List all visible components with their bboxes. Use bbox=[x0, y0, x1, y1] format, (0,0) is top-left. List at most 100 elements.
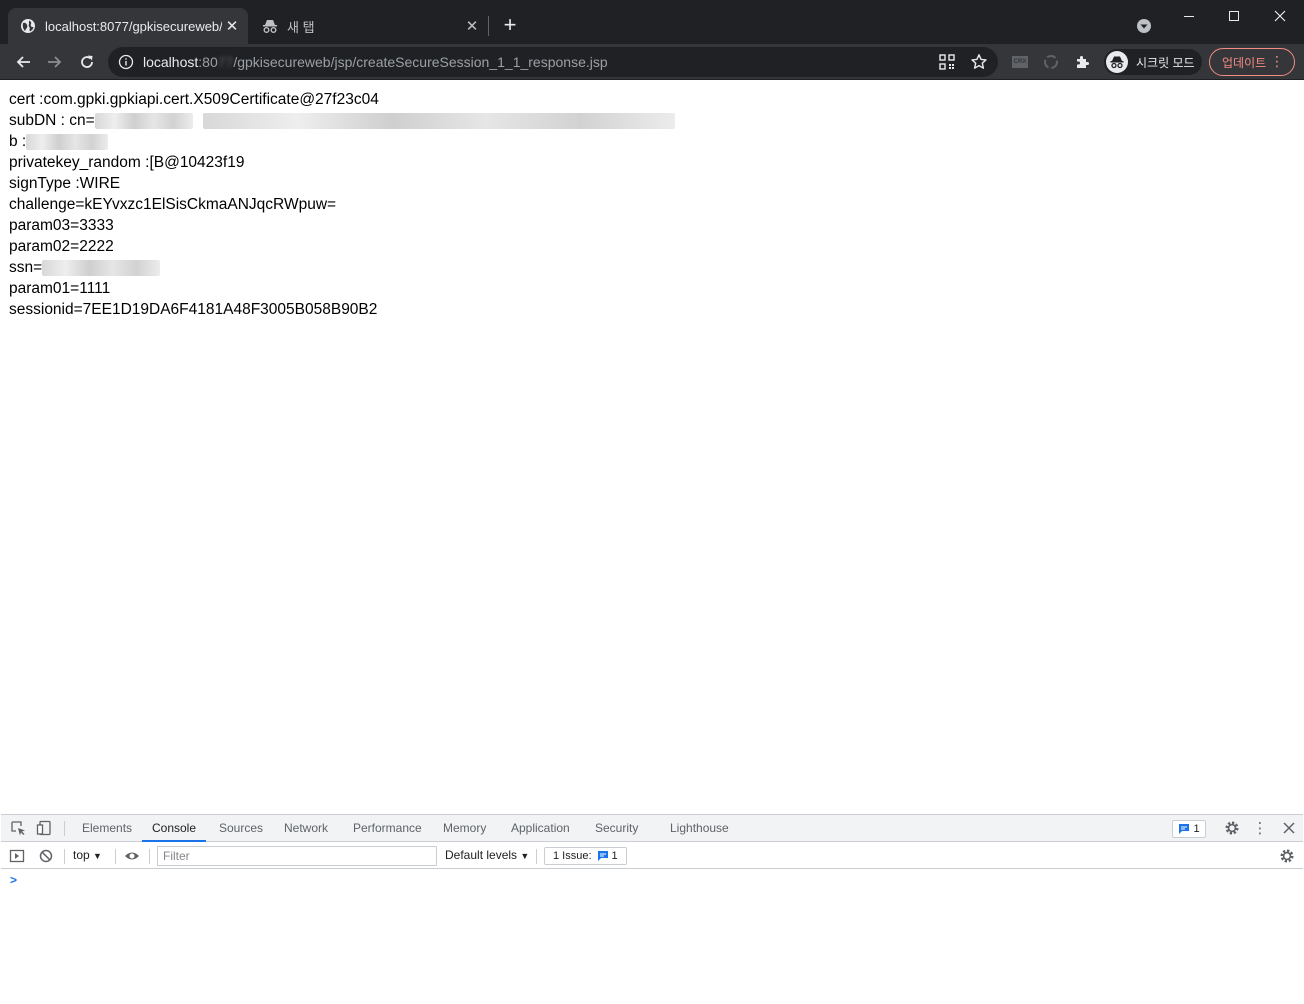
line-value: com.gpki.gpkiapi.cert.X509Certificate@27… bbox=[43, 91, 379, 108]
inspect-element-icon[interactable] bbox=[10, 820, 26, 836]
line-key: sessionid= bbox=[9, 301, 83, 318]
address-bar[interactable]: localhost:8077/gpkisecureweb/jsp/createS… bbox=[108, 47, 998, 77]
tab-inactive[interactable]: 새 탭 ✕ bbox=[252, 8, 488, 44]
line-key: param03= bbox=[9, 217, 80, 234]
more-vert-icon[interactable]: ⋮ bbox=[1270, 54, 1284, 68]
incognito-avatar-icon bbox=[1106, 51, 1128, 73]
line-key: b : bbox=[9, 133, 27, 150]
line-key: param02= bbox=[9, 238, 80, 255]
console-settings-gear-icon[interactable] bbox=[1279, 848, 1295, 864]
tab-divider bbox=[488, 16, 489, 36]
console-filter-input[interactable] bbox=[157, 846, 437, 866]
dropdown-arrow-icon: ▼ bbox=[520, 851, 530, 861]
url-path: /gpkisecureweb/jsp/createSecureSession_1… bbox=[233, 54, 608, 70]
bookmark-star-icon[interactable] bbox=[970, 53, 988, 71]
url-text[interactable]: localhost:8077/gpkisecureweb/jsp/createS… bbox=[143, 54, 608, 70]
toolbar-divider bbox=[64, 821, 65, 836]
line-privatekey-random: privatekey_random : [B@10423f19 bbox=[9, 152, 1295, 173]
response-output: cert : com.gpki.gpkiapi.cert.X509Certifi… bbox=[1, 81, 1303, 328]
devtools-tab-lighthouse[interactable]: Lighthouse bbox=[670, 815, 729, 842]
device-toolbar-icon[interactable] bbox=[36, 820, 52, 836]
redacted-value bbox=[42, 259, 161, 276]
log-levels-dropdown[interactable]: Default levels ▼ bbox=[445, 848, 529, 862]
context-selector[interactable]: top ▼ bbox=[73, 848, 102, 862]
crx-extension-icon[interactable]: CRX bbox=[1012, 56, 1028, 68]
line-param01: param01= 1111 bbox=[9, 278, 1295, 299]
url-port-redacted: 77 bbox=[217, 54, 234, 70]
line-value: 3333 bbox=[79, 217, 114, 234]
console-prompt[interactable]: > bbox=[10, 873, 17, 887]
line-sessionid: sessionid= 7EE1D19DA6F4181A48F3005B058B90… bbox=[9, 299, 1295, 320]
issues-badge-count: 1 bbox=[1193, 823, 1200, 835]
clear-console-icon[interactable] bbox=[38, 848, 54, 864]
redacted-value bbox=[94, 112, 193, 129]
incognito-label: 시크릿 모드 bbox=[1136, 55, 1195, 70]
line-signtype: signType : WIRE bbox=[9, 173, 1295, 194]
line-param03: param03= 3333 bbox=[9, 215, 1295, 236]
line-ssn: ssn= bbox=[9, 257, 1295, 278]
devtools-tab-security[interactable]: Security bbox=[595, 815, 638, 842]
tab-active[interactable]: localhost:8077/gpkisecureweb/jsp/createS… bbox=[8, 8, 248, 44]
line-subdn: subDN : cn= bbox=[9, 110, 1295, 131]
back-icon[interactable] bbox=[11, 50, 35, 74]
console-toolbar: top ▼ Default levels ▼ 1 Issue: 1 bbox=[1, 843, 1303, 869]
issues-badge[interactable]: 1 bbox=[1172, 820, 1206, 838]
toolbar-divider bbox=[149, 849, 150, 864]
line-value: kEYvxzc1ElSisCkmaANJqcRWpuw= bbox=[84, 196, 337, 213]
devtools-tab-performance[interactable]: Performance bbox=[353, 815, 422, 842]
qr-code-icon[interactable] bbox=[938, 53, 956, 71]
issues-label: 1 Issue: bbox=[553, 850, 592, 862]
incognito-icon bbox=[263, 20, 277, 33]
line-key: param01= bbox=[9, 280, 80, 297]
toolbar-divider bbox=[536, 849, 537, 864]
incognito-profile-button[interactable]: 시크릿 모드 bbox=[1104, 49, 1202, 75]
update-button[interactable]: 업데이트 ⋮ bbox=[1209, 48, 1295, 76]
tab-close-icon[interactable]: ✕ bbox=[222, 16, 242, 36]
devtools-tab-console[interactable]: Console bbox=[142, 815, 206, 842]
new-tab-icon[interactable]: + bbox=[498, 14, 522, 38]
line-key: challenge= bbox=[9, 196, 85, 213]
devtools-tab-network[interactable]: Network bbox=[284, 815, 328, 842]
site-info-icon[interactable] bbox=[118, 54, 134, 70]
tab-close-icon[interactable]: ✕ bbox=[462, 16, 482, 36]
settings-gear-icon[interactable] bbox=[1224, 820, 1240, 836]
line-param02: param02= 2222 bbox=[9, 236, 1295, 257]
line-cert: cert : com.gpki.gpkiapi.cert.X509Certifi… bbox=[9, 89, 1295, 110]
line-key: signType : bbox=[9, 175, 80, 192]
devtools-tab-memory[interactable]: Memory bbox=[443, 815, 486, 842]
forward-icon[interactable] bbox=[43, 50, 67, 74]
devtools-menu-icon[interactable]: ⋮ bbox=[1252, 820, 1268, 837]
devtools-close-icon[interactable] bbox=[1281, 820, 1297, 836]
tab-search-icon[interactable] bbox=[1136, 18, 1152, 34]
maximize-icon[interactable] bbox=[1219, 6, 1249, 26]
line-challenge: challenge= kEYvxzc1ElSisCkmaANJqcRWpuw= bbox=[9, 194, 1295, 215]
extension-circle-icon[interactable] bbox=[1041, 52, 1061, 72]
minimize-icon[interactable] bbox=[1174, 6, 1204, 26]
context-label: top bbox=[73, 848, 90, 862]
tab-strip: localhost:8077/gpkisecureweb/jsp/createS… bbox=[0, 0, 1304, 44]
devtools-tabbar: Elements Console Sources Network Perform… bbox=[1, 815, 1303, 842]
devtools-tab-sources[interactable]: Sources bbox=[219, 815, 263, 842]
line-key: ssn= bbox=[9, 259, 43, 276]
issues-button[interactable]: 1 Issue: 1 bbox=[544, 847, 627, 865]
globe-icon bbox=[21, 19, 35, 33]
message-icon bbox=[597, 851, 608, 861]
devtools-tab-elements[interactable]: Elements bbox=[82, 815, 132, 842]
redacted-value bbox=[26, 133, 109, 150]
devtools-tab-application[interactable]: Application bbox=[511, 815, 570, 842]
live-expression-eye-icon[interactable] bbox=[124, 848, 140, 864]
show-sidebar-icon[interactable] bbox=[9, 848, 25, 864]
update-label: 업데이트 bbox=[1222, 55, 1267, 70]
toolbar-divider bbox=[115, 849, 116, 864]
window-close-icon[interactable] bbox=[1265, 6, 1295, 26]
line-value: 7EE1D19DA6F4181A48F3005B058B90B2 bbox=[82, 301, 378, 318]
line-key: privatekey_random : bbox=[9, 154, 150, 171]
tab-title: localhost:8077/gpkisecureweb/jsp/createS… bbox=[45, 18, 222, 34]
line-key: cert : bbox=[9, 91, 44, 108]
extensions-puzzle-icon[interactable] bbox=[1073, 52, 1093, 72]
reload-icon[interactable] bbox=[75, 50, 99, 74]
page-viewport: cert : com.gpki.gpkiapi.cert.X509Certifi… bbox=[1, 81, 1303, 814]
url-host: localhost bbox=[143, 54, 199, 70]
line-value: 2222 bbox=[79, 238, 114, 255]
redacted-value bbox=[202, 112, 675, 129]
